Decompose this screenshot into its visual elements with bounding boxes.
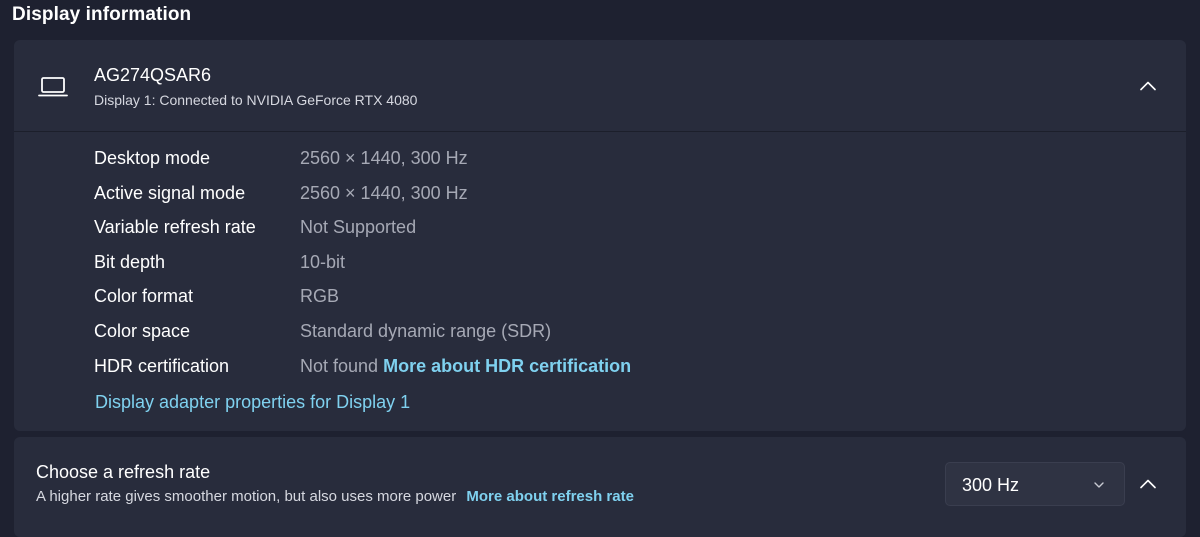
info-label: Color space [94,320,191,341]
info-value: RGB [300,286,340,307]
display-card: AG274QSAR6 Display 1: Connected to NVIDI… [14,40,1186,431]
chevron-up-icon [1140,81,1156,91]
info-row-variable-refresh-rate: Variable refresh rate Not Supported [94,217,1094,252]
refresh-rate-subtitle: A higher rate gives smoother motion, but… [36,488,457,505]
display-card-header[interactable]: AG274QSAR6 Display 1: Connected to NVIDI… [14,40,1186,132]
info-value: 2560 × 1440, 300 Hz [300,182,468,203]
info-value: 2560 × 1440, 300 Hz [300,148,468,168]
chevron-down-icon [1094,482,1104,488]
collapse-refresh-button[interactable] [1132,468,1164,500]
info-row-color-space: Color space Standard dynamic range (SDR) [94,321,1094,356]
info-value: 10-bit [300,251,346,272]
chevron-up-icon [1140,479,1156,489]
hdr-status: Not found [300,355,379,376]
info-value: Standard dynamic range (SDR) [300,320,552,341]
monitor-name: AG274QSAR6 [94,65,212,85]
refresh-rate-description: A higher rate gives smoother motion, but… [36,488,634,505]
refresh-rate-selected: 300 Hz [962,475,1020,495]
section-title: Display information [12,4,192,25]
refresh-rate-link[interactable]: More about refresh rate [466,488,634,505]
info-row-color-format: Color format RGB [94,286,1094,321]
info-label: Bit depth [94,251,166,272]
refresh-rate-title: Choose a refresh rate [36,462,211,482]
info-label: HDR certification [94,355,230,376]
hdr-certification-link[interactable]: More about HDR certification [383,356,631,376]
info-row-desktop-mode: Desktop mode 2560 × 1440, 300 Hz [94,148,1094,183]
info-label: Variable refresh rate [94,217,256,238]
info-row-bit-depth: Bit depth 10-bit [94,252,1094,287]
info-label: Active signal mode [94,182,246,203]
refresh-rate-card: Choose a refresh rate A higher rate give… [14,437,1186,537]
refresh-rate-dropdown[interactable]: 300 Hz [945,462,1125,506]
info-label: Color format [94,286,194,307]
info-row-hdr-certification: HDR certification Not found More about H… [94,356,1094,391]
info-label: Desktop mode [94,148,211,168]
display-info-table: Desktop mode 2560 × 1440, 300 Hz Active … [94,148,1094,390]
info-row-active-signal-mode: Active signal mode 2560 × 1440, 300 Hz [94,183,1094,218]
collapse-display-button[interactable] [1132,70,1164,102]
monitor-connection-info: Display 1: Connected to NVIDIA GeForce R… [94,92,418,108]
display-adapter-properties-link[interactable]: Display adapter properties for Display 1 [95,392,410,413]
info-value: Not Supported [300,217,417,238]
info-value: Not found More about HDR certification [300,356,631,377]
laptop-icon [38,77,68,97]
